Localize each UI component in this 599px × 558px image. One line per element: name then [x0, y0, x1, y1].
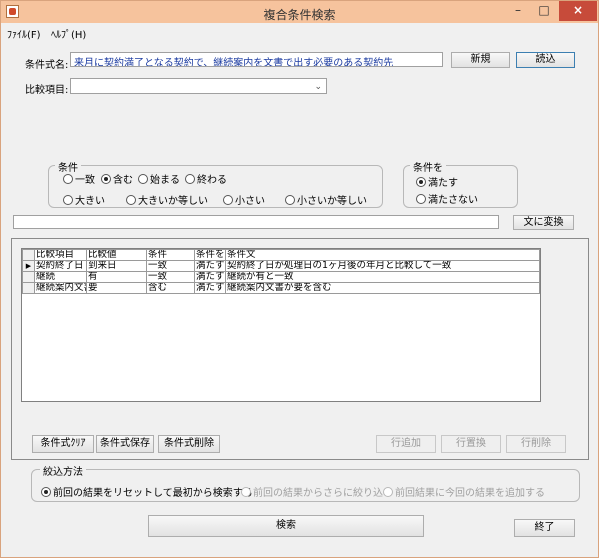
row-header	[22, 271, 35, 283]
radio-circle	[416, 177, 426, 187]
table-cell[interactable]: 契約終了日が処理日の1ヶ月後の年月と比較して一致	[225, 260, 540, 272]
add-row-button[interactable]: 行追加	[376, 435, 436, 453]
delete-row-button[interactable]: 行削除	[506, 435, 566, 453]
radio-circle	[138, 174, 148, 184]
delete-condition-button[interactable]: 条件式削除	[158, 435, 220, 453]
row-header-corner	[22, 249, 35, 261]
narrowing-group-title: 絞込方法	[40, 463, 86, 478]
radio-circle	[241, 487, 251, 497]
menu-file[interactable]: ﾌｧｲﾙ(F)	[7, 26, 41, 41]
radio-label: 前回の結果からさらに絞り込む	[253, 488, 393, 499]
radio-ends[interactable]: 終わる	[185, 171, 227, 186]
radio-label: 前回結果に今回の結果を追加する	[395, 488, 545, 499]
main-window: 複合条件検索 – □ × ﾌｧｲﾙ(F) ﾍﾙﾌﾟ(H) 条件式名: 来月に契約…	[0, 0, 599, 558]
comparison-value-input[interactable]	[13, 215, 499, 229]
radio-match[interactable]: 一致	[63, 171, 95, 186]
radio-circle	[223, 195, 233, 205]
clear-condition-button[interactable]: 条件式ｸﾘｱ	[32, 435, 94, 453]
radio-label: 小さい	[235, 196, 265, 207]
column-header[interactable]: 条件を	[194, 249, 226, 261]
table-cell[interactable]: 継続が有と一致	[225, 271, 540, 283]
table-cell[interactable]: 一致	[146, 260, 195, 272]
radio-circle	[63, 195, 73, 205]
title-bar[interactable]: 複合条件検索 – □ ×	[1, 1, 598, 23]
radio-label: 含む	[113, 175, 133, 186]
replace-row-button[interactable]: 行置換	[441, 435, 501, 453]
current-row-icon: ▶	[22, 260, 35, 272]
radio-label: 終わる	[197, 175, 227, 186]
radio-label: 大きい	[75, 196, 105, 207]
table-cell[interactable]: 継続案内文書	[34, 282, 87, 294]
radio-label: 始まる	[150, 175, 180, 186]
chevron-down-icon: ⌄	[314, 82, 322, 92]
condition-mode-group-title: 条件を	[410, 159, 446, 174]
radio-contains[interactable]: 含む	[101, 171, 133, 186]
radio-label: 前回の結果をリセットして最初から検索する	[53, 488, 253, 499]
comparison-item-label: 比較項目:	[25, 85, 69, 96]
radio-append-results[interactable]: 前回結果に今回の結果を追加する	[383, 484, 545, 499]
search-button[interactable]: 検索	[148, 515, 424, 537]
comparison-item-select[interactable]: ⌄	[70, 78, 327, 94]
new-button[interactable]: 新規	[451, 52, 510, 68]
minimize-button[interactable]: –	[505, 1, 531, 21]
radio-less-equal[interactable]: 小さいか等しい	[285, 192, 367, 207]
table-cell[interactable]: 有	[86, 271, 147, 283]
radio-greater[interactable]: 大きい	[63, 192, 105, 207]
radio-circle	[416, 194, 426, 204]
column-header[interactable]: 比較項目	[34, 249, 87, 261]
radio-circle	[63, 174, 73, 184]
load-button[interactable]: 読込	[516, 52, 575, 68]
exit-button[interactable]: 終了	[514, 519, 575, 537]
column-header[interactable]: 条件	[146, 249, 195, 261]
radio-circle	[383, 487, 393, 497]
table-cell[interactable]: 満たす	[194, 271, 226, 283]
radio-circle	[285, 195, 295, 205]
radio-satisfy[interactable]: 満たす	[416, 174, 458, 189]
menu-help[interactable]: ﾍﾙﾌﾟ(H)	[51, 26, 86, 41]
radio-reset-search[interactable]: 前回の結果をリセットして最初から検索する	[41, 484, 253, 499]
radio-circle	[101, 174, 111, 184]
table-cell[interactable]: 要	[86, 282, 147, 294]
close-button[interactable]: ×	[559, 1, 597, 21]
table-cell[interactable]: 含む	[146, 282, 195, 294]
table-cell[interactable]: 契約終了日	[34, 260, 87, 272]
radio-circle	[126, 195, 136, 205]
conditions-grid: 比較項目 比較値 条件 条件を 条件文 ▶ 契約終了日 到来日 一致 満たす 契…	[21, 248, 541, 402]
row-header	[22, 282, 35, 294]
radio-label: 満たさない	[428, 195, 478, 206]
table-cell[interactable]: 満たす	[194, 282, 226, 294]
radio-narrow-further[interactable]: 前回の結果からさらに絞り込む	[241, 484, 393, 499]
table-cell[interactable]: 継続	[34, 271, 87, 283]
menu-bar: ﾌｧｲﾙ(F) ﾍﾙﾌﾟ(H)	[1, 23, 598, 41]
radio-not-satisfy[interactable]: 満たさない	[416, 191, 478, 206]
table-row[interactable]: 継続 有 一致 満たす 継続が有と一致	[22, 271, 540, 283]
radio-greater-equal[interactable]: 大きいか等しい	[126, 192, 208, 207]
radio-label: 満たす	[428, 178, 458, 189]
column-header[interactable]: 条件文	[225, 249, 540, 261]
radio-label: 大きいか等しい	[138, 196, 208, 207]
save-condition-button[interactable]: 条件式保存	[96, 435, 154, 453]
radio-label: 一致	[75, 175, 95, 186]
table-cell[interactable]: 継続案内文書が要を含む	[225, 282, 540, 294]
table-cell[interactable]: 満たす	[194, 260, 226, 272]
table-header-row: 比較項目 比較値 条件 条件を 条件文	[22, 249, 540, 261]
radio-label: 小さいか等しい	[297, 196, 367, 207]
table-cell[interactable]: 一致	[146, 271, 195, 283]
radio-less[interactable]: 小さい	[223, 192, 265, 207]
radio-circle	[41, 487, 51, 497]
condition-name-field[interactable]: 来月に契約満了となる契約で、継続案内を文書で出す必要のある契約先	[70, 52, 443, 67]
conditions-table: 比較項目 比較値 条件 条件を 条件文 ▶ 契約終了日 到来日 一致 満たす 契…	[22, 249, 540, 294]
condition-name-label: 条件式名:	[25, 60, 69, 71]
table-cell[interactable]: 到来日	[86, 260, 147, 272]
radio-circle	[185, 174, 195, 184]
maximize-button[interactable]: □	[531, 1, 557, 21]
radio-starts[interactable]: 始まる	[138, 171, 180, 186]
convert-to-text-button[interactable]: 文に変換	[513, 215, 574, 230]
table-row[interactable]: ▶ 契約終了日 到来日 一致 満たす 契約終了日が処理日の1ヶ月後の年月と比較し…	[22, 260, 540, 272]
table-row[interactable]: 継続案内文書 要 含む 満たす 継続案内文書が要を含む	[22, 282, 540, 294]
column-header[interactable]: 比較値	[86, 249, 147, 261]
